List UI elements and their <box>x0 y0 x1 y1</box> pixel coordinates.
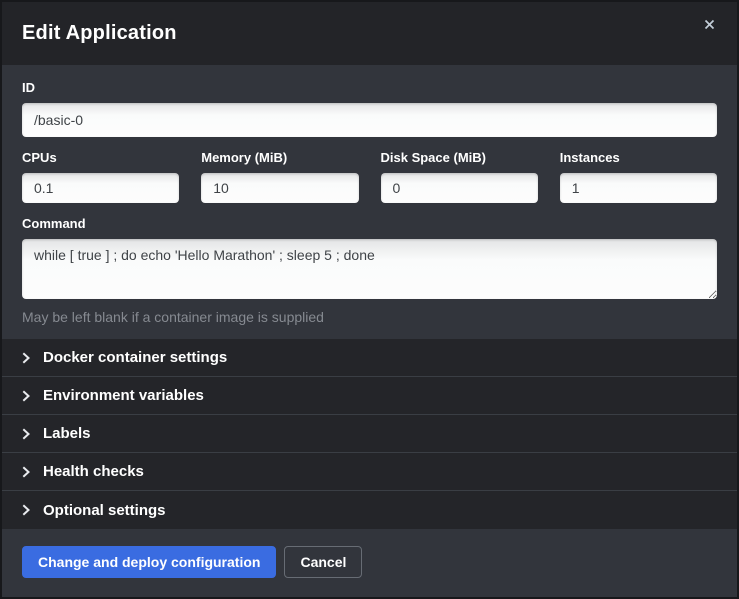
section-environment-variables[interactable]: Environment variables <box>2 377 737 415</box>
form-area: ID CPUs Memory (MiB) Disk Space (MiB) In… <box>2 65 737 339</box>
memory-input[interactable] <box>201 173 358 203</box>
sections-panel: Docker container settings Environment va… <box>2 339 737 529</box>
section-labels[interactable]: Labels <box>2 415 737 453</box>
chevron-right-icon <box>22 352 30 364</box>
resources-row: CPUs Memory (MiB) Disk Space (MiB) Insta… <box>22 151 717 203</box>
id-input[interactable] <box>22 103 717 137</box>
cpus-label: CPUs <box>22 151 179 165</box>
section-label: Optional settings <box>43 502 166 519</box>
chevron-right-icon <box>22 390 30 402</box>
section-health-checks[interactable]: Health checks <box>2 453 737 491</box>
section-docker-container-settings[interactable]: Docker container settings <box>2 339 737 377</box>
cpus-input[interactable] <box>22 173 179 203</box>
disk-input[interactable] <box>381 173 538 203</box>
modal-header: Edit Application <box>2 2 737 65</box>
id-field-group: ID <box>22 81 717 137</box>
close-icon <box>704 18 715 33</box>
section-label: Labels <box>43 425 91 442</box>
instances-label: Instances <box>560 151 717 165</box>
section-label: Environment variables <box>43 387 204 404</box>
disk-label: Disk Space (MiB) <box>381 151 538 165</box>
close-button[interactable] <box>702 17 717 32</box>
section-optional-settings[interactable]: Optional settings <box>2 491 737 529</box>
section-label: Health checks <box>43 463 144 480</box>
section-label: Docker container settings <box>43 349 227 366</box>
chevron-right-icon <box>22 428 30 440</box>
command-field-group: Command while [ true ] ; do echo 'Hello … <box>22 217 717 325</box>
command-textarea[interactable]: while [ true ] ; do echo 'Hello Marathon… <box>22 239 717 299</box>
modal-footer: Change and deploy configuration Cancel <box>2 529 737 597</box>
chevron-right-icon <box>22 466 30 478</box>
id-label: ID <box>22 81 717 95</box>
command-label: Command <box>22 217 717 231</box>
cpus-field-group: CPUs <box>22 151 179 203</box>
change-and-deploy-button[interactable]: Change and deploy configuration <box>22 546 276 578</box>
instances-input[interactable] <box>560 173 717 203</box>
chevron-right-icon <box>22 504 30 516</box>
disk-field-group: Disk Space (MiB) <box>381 151 538 203</box>
edit-application-modal: Edit Application ID CPUs Memory (MiB) <box>0 0 739 599</box>
instances-field-group: Instances <box>560 151 717 203</box>
memory-field-group: Memory (MiB) <box>201 151 358 203</box>
modal-title: Edit Application <box>22 22 177 45</box>
memory-label: Memory (MiB) <box>201 151 358 165</box>
command-helper-text: May be left blank if a container image i… <box>22 309 717 325</box>
cancel-button[interactable]: Cancel <box>284 546 362 578</box>
